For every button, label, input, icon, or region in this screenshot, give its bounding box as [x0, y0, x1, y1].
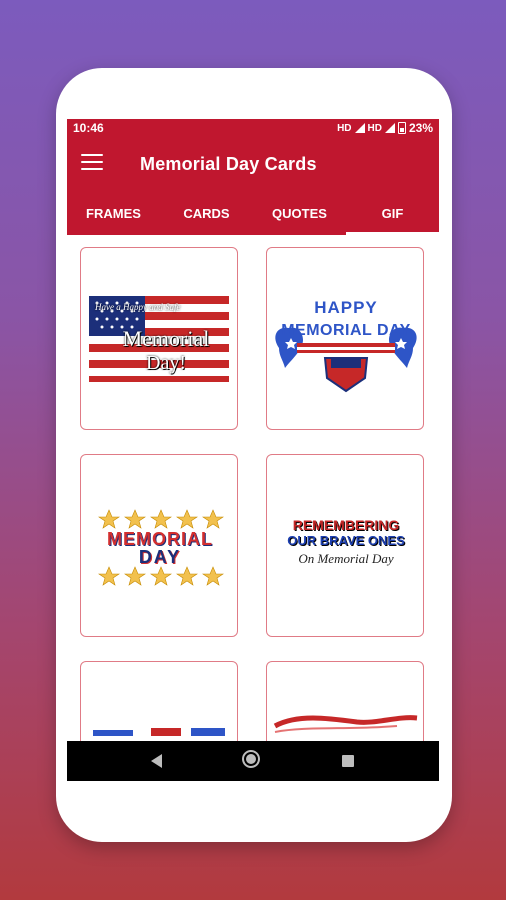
card-text: HAPPY: [314, 298, 378, 317]
status-time: 10:46: [73, 121, 104, 135]
card-text: DAY: [138, 547, 182, 567]
tab-gif[interactable]: GIF: [346, 191, 439, 235]
network-type-1: HD: [337, 122, 352, 134]
card-item[interactable]: MEMORIAL DAY: [80, 454, 238, 637]
signal-icon: [354, 123, 365, 133]
back-icon[interactable]: [127, 741, 187, 781]
recents-icon[interactable]: [319, 741, 379, 781]
card-text: Have a Happy and Safe: [95, 302, 181, 312]
tab-cards[interactable]: CARDS: [160, 191, 253, 235]
card-text: Memorial: [122, 326, 210, 351]
network-type-2: HD: [367, 122, 382, 134]
battery-icon: [397, 122, 406, 134]
card-grid: Have a Happy and Safe Memorial Day! HAPP…: [67, 235, 439, 781]
home-icon[interactable]: [223, 741, 283, 781]
card-text: OUR BRAVE ONES: [287, 533, 405, 548]
tab-frames[interactable]: FRAMES: [67, 191, 160, 235]
card-item[interactable]: Have a Happy and Safe Memorial Day!: [80, 247, 238, 430]
tab-quotes[interactable]: QUOTES: [253, 191, 346, 235]
status-bar: 10:46 HD HD 23%: [67, 119, 439, 137]
card-item[interactable]: HAPPY MEMORIAL DAY: [266, 247, 424, 430]
page-title: Memorial Day Cards: [140, 154, 317, 174]
card-text: On Memorial Day: [298, 551, 394, 566]
status-icons: HD HD 23%: [337, 121, 433, 135]
card-item[interactable]: REMEMBERING OUR BRAVE ONES On Memorial D…: [266, 454, 424, 637]
hamburger-menu-icon[interactable]: [81, 154, 103, 172]
app-bar: Memorial Day Cards: [67, 137, 439, 191]
system-nav-bar: [67, 741, 439, 781]
app-screen: 10:46 HD HD 23% Memorial Day Cards FRAME…: [67, 119, 439, 781]
battery-level: 23%: [408, 121, 433, 135]
card-text: Day!: [146, 352, 186, 374]
card-text: REMEMBERING: [292, 517, 400, 533]
signal-icon-2: [384, 123, 395, 133]
card-text: MEMORIAL DAY: [281, 322, 411, 339]
tab-bar: FRAMES CARDS QUOTES GIF: [67, 191, 439, 235]
